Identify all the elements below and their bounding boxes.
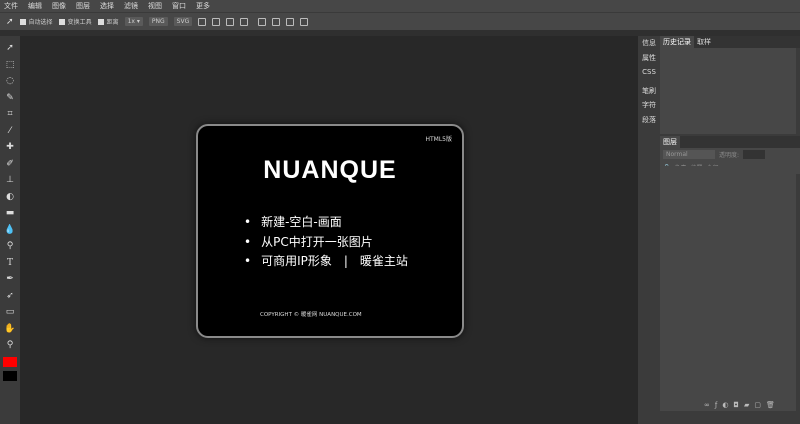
opacity-label: 透明度:: [719, 152, 740, 159]
toolbar: ➚ ⬚ ◌ ✎ ⌗ ⁄ ✚ ✐ ⊥ ◐ ▬ 💧 ⚲ T ✒ ➶ ▭ ✋ ⚲: [0, 36, 20, 424]
link-icon[interactable]: ∞: [704, 401, 710, 409]
menu-filter[interactable]: 滤镜: [124, 1, 138, 11]
tab-paragraph[interactable]: 段落: [638, 113, 660, 128]
png-button[interactable]: PNG: [148, 17, 168, 26]
stamp-icon[interactable]: ⊥: [0, 172, 20, 189]
auto-select-label: 自动选择: [28, 19, 53, 26]
pen-icon[interactable]: ✒: [0, 271, 20, 288]
options-bar: ➚ 自动选择 变换工具 距离 1x ▾ PNG SVG: [0, 12, 800, 30]
shape-icon[interactable]: ▭: [0, 304, 20, 321]
marquee-icon[interactable]: ⬚: [0, 57, 20, 74]
tab-properties[interactable]: 属性: [638, 51, 660, 66]
history-tabs: 历史记录 取样: [660, 36, 800, 48]
transform-checkbox[interactable]: 变换工具: [58, 17, 92, 26]
eraser-icon[interactable]: ◐: [0, 189, 20, 206]
layers-footer: ∞ ƒ ◐ ◘ ▰ ▢ 🗑: [704, 401, 775, 409]
tab-sample[interactable]: 取样: [694, 36, 714, 48]
healing-icon[interactable]: ✚: [0, 139, 20, 156]
mask-icon[interactable]: ◘: [733, 401, 739, 409]
folder-icon[interactable]: ▰: [744, 401, 749, 409]
start-card: HTML5版 NUANQUE 新建-空白-画面 从PC中打开一张图片 可商用IP…: [196, 124, 464, 338]
align-right-icon[interactable]: [286, 17, 295, 26]
crop-icon[interactable]: ⌗: [0, 106, 20, 123]
menu-view[interactable]: 视图: [148, 1, 162, 11]
tab-history[interactable]: 历史记录: [660, 36, 694, 48]
dodge-icon[interactable]: ⚲: [0, 238, 20, 255]
side-tabs: 信息 属性 CSS 笔刷 字符 段落: [638, 36, 660, 424]
scale-dropdown[interactable]: 1x ▾: [124, 17, 143, 26]
menu-file[interactable]: 文件: [4, 1, 18, 11]
layer-options: Normal 透明度:: [660, 148, 800, 161]
tab-css[interactable]: CSS: [638, 65, 660, 80]
foreground-color[interactable]: [3, 356, 17, 367]
zoom-icon[interactable]: ⚲: [0, 337, 20, 354]
auto-select-checkbox[interactable]: 自动选择: [19, 17, 53, 26]
menu-window[interactable]: 窗口: [172, 1, 186, 11]
eyedropper-icon[interactable]: ⁄: [0, 123, 20, 140]
opacity-input[interactable]: [743, 150, 766, 159]
menu-more[interactable]: 更多: [196, 1, 210, 11]
hand-icon[interactable]: ✋: [0, 321, 20, 338]
lasso-icon[interactable]: ◌: [0, 73, 20, 90]
menu-image[interactable]: 图像: [52, 1, 66, 11]
history-panel: [660, 48, 796, 134]
background-color[interactable]: [3, 370, 17, 381]
path-select-icon[interactable]: ➶: [0, 288, 20, 305]
blur-icon[interactable]: 💧: [0, 222, 20, 239]
distribute-horizontal-icon[interactable]: [300, 17, 309, 26]
start-list: 新建-空白-画面 从PC中打开一张图片 可商用IP形象 | 暖雀主站: [244, 213, 408, 272]
align-top-icon[interactable]: [198, 17, 207, 26]
transform-label: 变换工具: [67, 19, 92, 26]
align-center-icon[interactable]: [272, 17, 281, 26]
version-badge: HTML5版: [425, 136, 452, 143]
move-tool-icon: ➚: [6, 16, 14, 27]
brush-icon[interactable]: ✐: [0, 156, 20, 173]
menu-select[interactable]: 选择: [100, 1, 114, 11]
distribute-vertical-icon[interactable]: [240, 17, 249, 26]
new-canvas-link[interactable]: 新建-空白-画面: [244, 213, 408, 233]
text-icon[interactable]: T: [0, 255, 20, 272]
menu-edit[interactable]: 编辑: [28, 1, 42, 11]
distance-checkbox[interactable]: 距离: [97, 17, 119, 26]
align-middle-icon[interactable]: [212, 17, 221, 26]
tab-brush[interactable]: 笔刷: [638, 84, 660, 99]
svg-button[interactable]: SVG: [173, 17, 193, 26]
ip-main-site-link[interactable]: 可商用IP形象 | 暖雀主站: [244, 252, 408, 272]
adjustment-icon[interactable]: ◐: [722, 401, 728, 409]
tab-layers[interactable]: 图层: [660, 136, 680, 148]
new-layer-icon[interactable]: ▢: [754, 401, 761, 409]
move-icon[interactable]: ➚: [0, 40, 20, 57]
align-left-icon[interactable]: [258, 17, 267, 26]
open-from-pc-link[interactable]: 从PC中打开一张图片: [244, 233, 408, 253]
delete-icon[interactable]: 🗑: [766, 401, 775, 409]
blend-mode-select[interactable]: Normal: [663, 150, 715, 159]
tab-info[interactable]: 信息: [638, 36, 660, 51]
layers-tabs: 图层: [660, 136, 800, 148]
layers-list: ∞ ƒ ◐ ◘ ▰ ▢ 🗑: [660, 166, 796, 411]
menu-layer[interactable]: 图层: [76, 1, 90, 11]
distance-label: 距离: [106, 19, 119, 26]
gradient-icon[interactable]: ▬: [0, 205, 20, 222]
menu-bar: 文件 编辑 图像 图层 选择 滤镜 视图 窗口 更多: [0, 0, 800, 12]
logo: NUANQUE: [263, 156, 397, 184]
align-bottom-icon[interactable]: [226, 17, 235, 26]
effects-icon[interactable]: ƒ: [715, 401, 717, 409]
right-panel: 历史记录 取样 图层 Normal 透明度: 🔒 像素 位置 全部 ∞ ƒ ◐ …: [660, 36, 800, 424]
tab-character[interactable]: 字符: [638, 98, 660, 113]
copyright: COPYRIGHT © 暖雀网 NUANQUE.COM: [260, 312, 362, 318]
quick-select-icon[interactable]: ✎: [0, 90, 20, 107]
